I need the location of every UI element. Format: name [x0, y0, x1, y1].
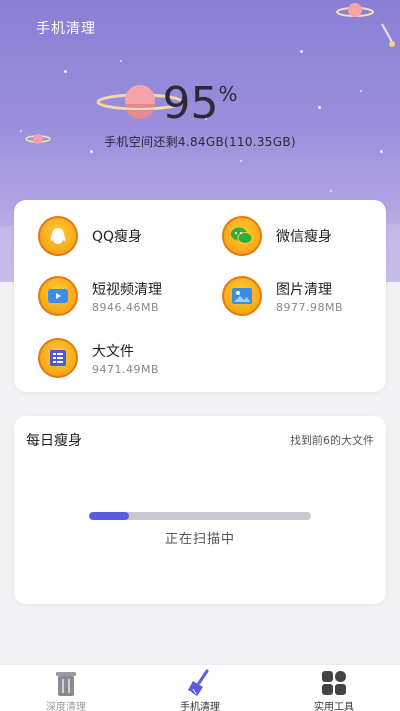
small-planet-decoration	[336, 3, 374, 17]
tool-large-file[interactable]: 大文件 9471.49MB	[38, 338, 159, 378]
tab-deep-clean[interactable]: 深度清理	[6, 665, 126, 711]
tool-qq-slim[interactable]: QQ瘦身	[38, 216, 142, 256]
scan-progress-bar	[89, 512, 311, 520]
remaining-space-text: 手机空间还剩4.84GB(110.35GB)	[104, 135, 296, 149]
broom-icon	[185, 669, 215, 697]
percent-value: 95	[162, 78, 219, 129]
scan-status-text: 正在扫描中	[164, 532, 235, 547]
tool-name: 图片清理	[276, 281, 332, 298]
bottom-tab-bar: 深度清理 手机清理 实用工具	[0, 664, 400, 711]
scan-progress-fill	[89, 512, 129, 520]
tool-short-video-clean[interactable]: 短视频清理 8946.46MB	[38, 276, 162, 316]
comet-decoration	[381, 23, 395, 47]
daily-title: 每日瘦身	[26, 433, 82, 449]
tool-name: 短视频清理	[92, 281, 162, 298]
video-icon	[38, 276, 78, 316]
app-title: 手机清理	[36, 21, 96, 37]
trash-icon	[51, 669, 81, 697]
tool-name: 微信瘦身	[276, 229, 332, 245]
daily-slim-card: 每日瘦身 找到前6的大文件 正在扫描中	[14, 416, 386, 604]
image-icon	[222, 276, 262, 316]
percent-unit: %	[218, 82, 238, 106]
tab-label: 手机清理	[180, 702, 220, 711]
cleanup-tools-card: QQ瘦身 微信瘦身 短视频清理 8946.46MB 图片清理 8977.98MB…	[14, 200, 386, 392]
tool-size: 8946.46MB	[92, 300, 160, 314]
file-icon	[38, 338, 78, 378]
tab-phone-clean[interactable]: 手机清理	[140, 665, 260, 711]
grid-icon	[319, 669, 349, 697]
daily-hint: 找到前6的大文件	[290, 434, 374, 447]
tool-image-clean[interactable]: 图片清理 8977.98MB	[222, 276, 343, 316]
tool-size: 8977.98MB	[276, 300, 344, 314]
wechat-icon	[222, 216, 262, 256]
storage-percent: 95%	[0, 78, 400, 129]
qq-icon	[38, 216, 78, 256]
tool-wechat-slim[interactable]: 微信瘦身	[222, 216, 332, 256]
tool-name: QQ瘦身	[92, 229, 143, 245]
tool-size: 9471.49MB	[92, 362, 160, 376]
tool-name: 大文件	[92, 343, 134, 360]
tab-utility-tools[interactable]: 实用工具	[274, 665, 394, 711]
tab-label: 实用工具	[314, 702, 354, 711]
tab-label: 深度清理	[46, 702, 86, 711]
